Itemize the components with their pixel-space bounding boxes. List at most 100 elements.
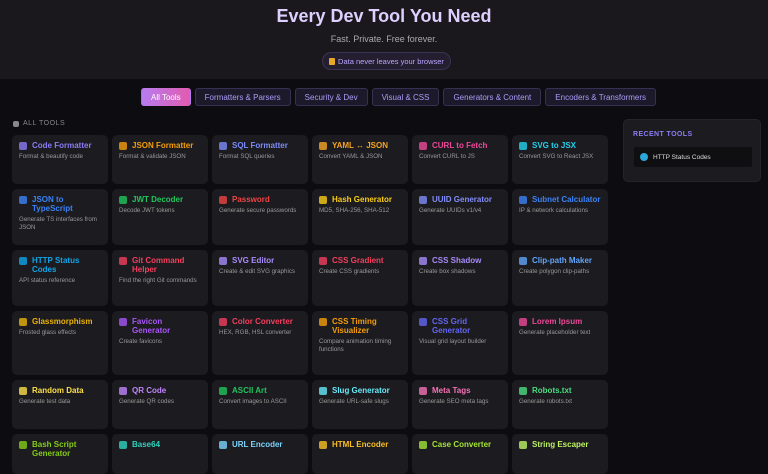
tool-card-header: Glassmorphism: [19, 317, 101, 326]
tool-card[interactable]: Meta Tags Generate SEO meta tags: [412, 380, 508, 429]
tool-card[interactable]: SVG Editor Create & edit SVG graphics: [212, 250, 308, 306]
tool-card-header: Robots.txt: [519, 386, 601, 395]
tool-icon: [19, 257, 27, 265]
tool-card[interactable]: JSON Formatter Format & validate JSON: [112, 135, 208, 184]
tool-card[interactable]: Case Converter: [412, 434, 508, 474]
tab-encoders-transformers[interactable]: Encoders & Transformers: [545, 88, 656, 106]
tool-card[interactable]: Clip-path Maker Create polygon clip-paths: [512, 250, 608, 306]
tool-card[interactable]: Robots.txt Generate robots.txt: [512, 380, 608, 429]
tool-description: Generate TS interfaces from JSON: [19, 216, 97, 231]
tool-card-header: Hash Generator: [319, 195, 401, 204]
tool-card[interactable]: Subnet Calculator IP & network calculatio…: [512, 189, 608, 245]
tool-name: SVG to JSX: [532, 141, 577, 150]
tool-card-header: HTTP Status Codes: [19, 256, 101, 274]
tool-description: Generate placeholder text: [519, 329, 591, 336]
tool-card[interactable]: SVG to JSX Convert SVG to React JSX: [512, 135, 608, 184]
tool-name: CURL to Fetch: [432, 141, 488, 150]
tool-icon: [319, 441, 327, 449]
tool-icon: [19, 318, 27, 326]
tool-card-header: Code Formatter: [19, 141, 101, 150]
tool-name: SVG Editor: [232, 256, 275, 265]
tool-name: Color Converter: [232, 317, 293, 326]
tool-card-header: YAML ↔ JSON: [319, 141, 401, 150]
tool-icon: [519, 441, 527, 449]
tool-card[interactable]: Bash Script Generator: [12, 434, 108, 474]
tool-card[interactable]: Favicon Generator Create favicons: [112, 311, 208, 375]
tool-icon: [519, 387, 527, 395]
tool-card[interactable]: YAML ↔ JSON Convert YAML & JSON: [312, 135, 408, 184]
tool-card[interactable]: JSON to TypeScript Generate TS interfaces…: [12, 189, 108, 245]
tool-card[interactable]: CSS Shadow Create box shadows: [412, 250, 508, 306]
tool-description: Generate test data: [19, 398, 71, 405]
tool-name: Bash Script Generator: [32, 440, 77, 458]
tool-name: HTTP Status Codes: [32, 256, 80, 274]
hero: Every Dev Tool You Need Fast. Private. F…: [0, 0, 768, 79]
tool-card-header: Color Converter: [219, 317, 301, 326]
tool-description: Decode JWT tokens: [119, 207, 175, 214]
tool-card[interactable]: ASCII Art Convert images to ASCII: [212, 380, 308, 429]
tool-description: Convert YAML & JSON: [319, 153, 383, 160]
tool-icon: [419, 318, 427, 326]
tool-card-header: Bash Script Generator: [19, 440, 101, 458]
tool-card-header: String Escaper: [519, 440, 601, 449]
tool-description: Find the right Git commands: [119, 277, 197, 284]
tool-name: Slug Generator: [332, 386, 390, 395]
tool-icon: [319, 387, 327, 395]
tool-card[interactable]: QR Code Generate QR codes: [112, 380, 208, 429]
tool-description: Create polygon clip-paths: [519, 268, 590, 275]
tool-icon: [119, 387, 127, 395]
tool-card[interactable]: UUID Generator Generate UUIDs v1/v4: [412, 189, 508, 245]
tab-generators-content[interactable]: Generators & Content: [443, 88, 542, 106]
globe-icon: [640, 153, 648, 161]
tool-icon: [319, 142, 327, 150]
tool-card[interactable]: Password Generate secure passwords: [212, 189, 308, 245]
tool-card[interactable]: HTML Encoder: [312, 434, 408, 474]
tool-icon: [419, 441, 427, 449]
tab-all-tools[interactable]: All Tools: [141, 88, 191, 106]
tool-card-header: CSS Grid Generator: [419, 317, 501, 335]
tool-card[interactable]: JWT Decoder Decode JWT tokens: [112, 189, 208, 245]
tool-card[interactable]: CSS Grid Generator Visual grid layout bui…: [412, 311, 508, 375]
tool-name: CSS Shadow: [432, 256, 482, 265]
tool-card[interactable]: CSS Timing Visualizer Compare animation t…: [312, 311, 408, 375]
tool-description: Generate URL-safe slugs: [319, 398, 389, 405]
tool-description: Convert CURL to JS: [419, 153, 475, 160]
tab-visual-css[interactable]: Visual & CSS: [371, 88, 440, 106]
tool-card[interactable]: Glassmorphism Frosted glass effects: [12, 311, 108, 375]
tool-card[interactable]: CURL to Fetch Convert CURL to JS: [412, 135, 508, 184]
tool-card-header: JWT Decoder: [119, 195, 201, 204]
tool-name: Code Formatter: [32, 141, 92, 150]
tool-name: Subnet Calculator: [532, 195, 601, 204]
tool-name: ASCII Art: [232, 386, 267, 395]
tab-formatters-parsers[interactable]: Formatters & Parsers: [194, 88, 291, 106]
tool-name: Case Converter: [432, 440, 492, 449]
tool-card[interactable]: URL Encoder: [212, 434, 308, 474]
tab-security-dev[interactable]: Security & Dev: [294, 88, 368, 106]
tool-card[interactable]: SQL Formatter Format SQL queries: [212, 135, 308, 184]
tool-name: QR Code: [132, 386, 167, 395]
tool-card[interactable]: Color Converter HEX, RGB, HSL converter: [212, 311, 308, 375]
section-label: ALL TOOLS: [23, 120, 66, 127]
tool-icon: [519, 142, 527, 150]
tool-icon: [319, 257, 327, 265]
tool-description: HEX, RGB, HSL converter: [219, 329, 292, 336]
tool-card-header: JSON Formatter: [119, 141, 201, 150]
tool-card[interactable]: Base64: [112, 434, 208, 474]
tool-card[interactable]: Code Formatter Format & beautify code: [12, 135, 108, 184]
tool-card[interactable]: Hash Generator MD5, SHA-256, SHA-512: [312, 189, 408, 245]
tool-card[interactable]: Lorem Ipsum Generate placeholder text: [512, 311, 608, 375]
recent-tool-label: HTTP Status Codes: [653, 153, 711, 161]
tool-card[interactable]: HTTP Status Codes API status reference: [12, 250, 108, 306]
tool-card[interactable]: CSS Gradient Create CSS gradients: [312, 250, 408, 306]
tool-name: URL Encoder: [232, 440, 283, 449]
tool-card[interactable]: Random Data Generate test data: [12, 380, 108, 429]
tool-card[interactable]: Git Command Helper Find the right Git com…: [112, 250, 208, 306]
tool-card-header: UUID Generator: [419, 195, 501, 204]
tool-card[interactable]: String Escaper: [512, 434, 608, 474]
tool-card-header: CSS Timing Visualizer: [319, 317, 401, 335]
tool-card-header: SQL Formatter: [219, 141, 301, 150]
tool-card-header: Random Data: [19, 386, 101, 395]
tool-description: API status reference: [19, 277, 76, 284]
recent-tool-item[interactable]: HTTP Status Codes: [634, 147, 752, 167]
tool-card[interactable]: Slug Generator Generate URL-safe slugs: [312, 380, 408, 429]
